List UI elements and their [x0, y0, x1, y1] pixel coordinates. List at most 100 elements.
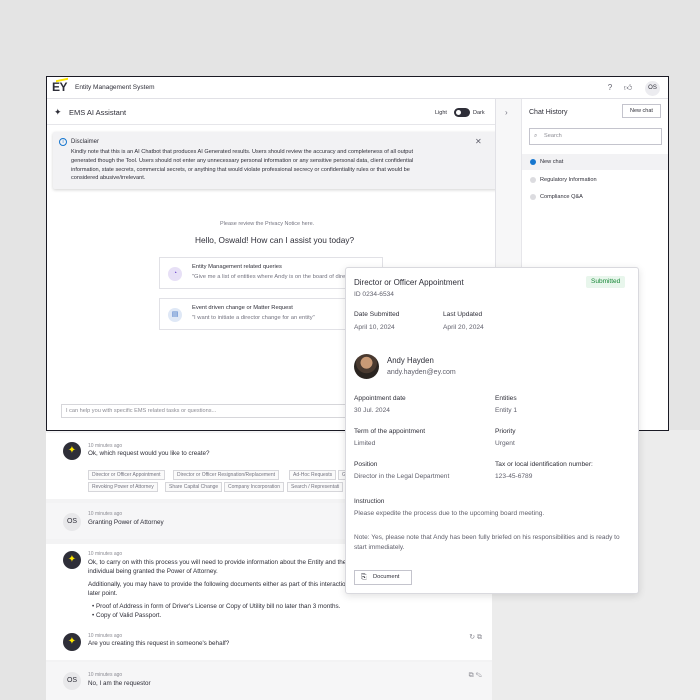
message-text: No, I am the requestor	[88, 680, 151, 687]
status-dot	[530, 177, 536, 183]
search-input[interactable]: ⌕ Search	[529, 128, 662, 145]
document-icon: ▤	[168, 308, 182, 322]
request-chip[interactable]: Search / Representati	[287, 482, 344, 492]
date-submitted: April 10, 2024	[354, 324, 395, 331]
position-label: Position	[354, 461, 378, 468]
appointment-date: 30 Jul. 2024	[354, 407, 390, 414]
document-label: Document	[373, 574, 400, 580]
message-text: Are you creating this request in someone…	[88, 640, 230, 647]
ai-sparkle-icon: ✦	[63, 633, 81, 651]
request-chip[interactable]: Revoking Power of Attorney	[88, 482, 158, 492]
request-title: Director or Officer Appointment	[354, 278, 464, 287]
ai-sparkle-icon: ✦	[63, 442, 81, 460]
privacy-notice-link[interactable]: Please review the Privacy Notice here.	[220, 221, 314, 227]
status-dot	[530, 159, 536, 165]
assistant-title: EMS AI Assistant	[69, 108, 127, 117]
disclaimer-line: Kindly note that this is an AI Chatbot t…	[71, 149, 414, 155]
message-line: Ok, to carry on with this process you wi…	[88, 559, 347, 566]
search-placeholder: Search	[544, 133, 562, 139]
person-name: Andy Hayden	[387, 356, 434, 365]
instruction: Please expedite the process due to the u…	[354, 510, 545, 517]
person-email: andy.hayden@ey.com	[387, 369, 456, 376]
priority: Urgent	[495, 440, 515, 447]
request-chip[interactable]: Director or Officer Appointment	[88, 470, 165, 480]
light-label: Light	[435, 110, 447, 116]
user-avatar: OS	[63, 672, 81, 690]
disclaimer-line: information, state secrets, commercial s…	[71, 166, 410, 173]
status-dot	[530, 194, 536, 200]
history-item[interactable]: Compliance Q&A	[522, 189, 668, 205]
document-button[interactable]: ⎘ Document	[354, 570, 412, 585]
suggestion-subtitle: "I want to initiate a director change fo…	[192, 315, 315, 321]
chat-bubble-icon: ◔	[168, 267, 182, 281]
disclaimer-title: Disclaimer	[71, 139, 100, 145]
disclaimer-banner: i Disclaimer Kindly note that this is an…	[53, 132, 520, 189]
message-time: 10 minutes ago	[88, 672, 123, 678]
user-avatar: OS	[63, 513, 81, 531]
top-bar: EY Entity Management System ? 👍︎ OS	[47, 77, 668, 99]
user-avatar[interactable]: OS	[645, 81, 660, 96]
suggestion-title: Event driven change or Matter Request	[192, 305, 293, 311]
entities: Entity 1	[495, 407, 517, 414]
message-line: • Proof of Address in form of Driver's L…	[92, 603, 341, 610]
app-title: Entity Management System	[75, 84, 155, 91]
note-text: Note: Yes, please note that Andy has bee…	[354, 534, 620, 551]
last-updated: April 20, 2024	[443, 324, 484, 331]
copy-edit-icon[interactable]: ⧉ ✎	[469, 672, 482, 680]
sparkle-icon: ✦	[54, 107, 62, 117]
request-chip[interactable]: Share Capital Change	[165, 482, 223, 492]
term: Limited	[354, 440, 376, 447]
theme-toggle[interactable]	[454, 108, 470, 117]
history-label: Regulatory Information	[540, 177, 597, 183]
term-label: Term of the appointment	[354, 428, 426, 435]
request-chip[interactable]: Director or Officer Resignation/Replacem…	[173, 470, 280, 480]
date-submitted-label: Date Submitted	[354, 311, 400, 318]
request-chip[interactable]: Ad-Hoc Requests	[289, 470, 337, 480]
close-icon[interactable]: ✕	[475, 137, 482, 146]
status-badge: Submitted	[586, 276, 626, 288]
ey-logo: EY	[52, 80, 68, 94]
thumbs-up-icon[interactable]: 👍︎	[622, 82, 634, 94]
message-time: 10 minutes ago	[88, 511, 123, 517]
help-icon[interactable]: ?	[604, 82, 616, 94]
history-item[interactable]: New chat	[522, 154, 668, 170]
request-detail-card: Director or Officer Appointment ID 0234-…	[345, 267, 639, 594]
request-chip[interactable]: Company Incorporation	[224, 482, 284, 492]
message-line: Additionally, you may have to provide th…	[88, 581, 349, 588]
instruction-label: Instruction	[354, 498, 385, 505]
tax-id-label: Tax or local identification number:	[495, 461, 593, 468]
suggestion-title: Entity Management related queries	[192, 264, 282, 270]
entities-label: Entities	[495, 395, 517, 402]
message-time: 10 minutes ago	[88, 551, 123, 557]
info-icon: i	[59, 138, 67, 146]
suggestion-subtitle: "Give me a list of entities where Andy i…	[192, 274, 360, 280]
disclaimer-line: generated though the Tool. Users should …	[71, 157, 414, 164]
history-item[interactable]: Regulatory Information	[522, 172, 668, 188]
regenerate-copy-icon[interactable]: ↻ ⧉	[469, 633, 482, 642]
priority-label: Priority	[495, 428, 516, 435]
chat-message: ✦ 10 minutes ago Are you creating this r…	[46, 628, 492, 660]
last-updated-label: Last Updated	[443, 311, 483, 318]
search-icon: ⌕	[534, 133, 538, 139]
chat-input[interactable]: I can help you with specific EMS related…	[61, 404, 361, 418]
ai-sparkle-icon: ✦	[63, 551, 81, 569]
chevron-right-icon[interactable]: ›	[505, 108, 508, 117]
new-chat-button[interactable]: New chat	[622, 104, 661, 118]
greeting: Hello, Oswald! How can I assist you toda…	[195, 235, 355, 245]
history-label: New chat	[540, 159, 564, 165]
person-photo	[354, 354, 379, 379]
message-line: individual being granted the Power of At…	[88, 568, 218, 575]
message-line: later point.	[88, 590, 118, 597]
tax-id: 123-45-6789	[495, 473, 533, 480]
dark-label: Dark	[473, 110, 485, 116]
chat-history-title: Chat History	[529, 109, 568, 116]
disclaimer-line: considered abusive/irrelevant.	[71, 175, 146, 182]
message-text: Granting Power of Attorney	[88, 519, 164, 526]
message-text: Ok, which request would you like to crea…	[88, 450, 210, 457]
position: Director in the Legal Department	[354, 473, 450, 480]
disclaimer-text: Kindly note that this is an AI Chatbot t…	[71, 148, 481, 183]
message-line: • Copy of Valid Passport.	[92, 612, 162, 619]
request-id: ID 0234-6534	[354, 291, 394, 298]
paperclip-icon: ⎘	[361, 574, 367, 581]
history-label: Compliance Q&A	[540, 194, 583, 200]
